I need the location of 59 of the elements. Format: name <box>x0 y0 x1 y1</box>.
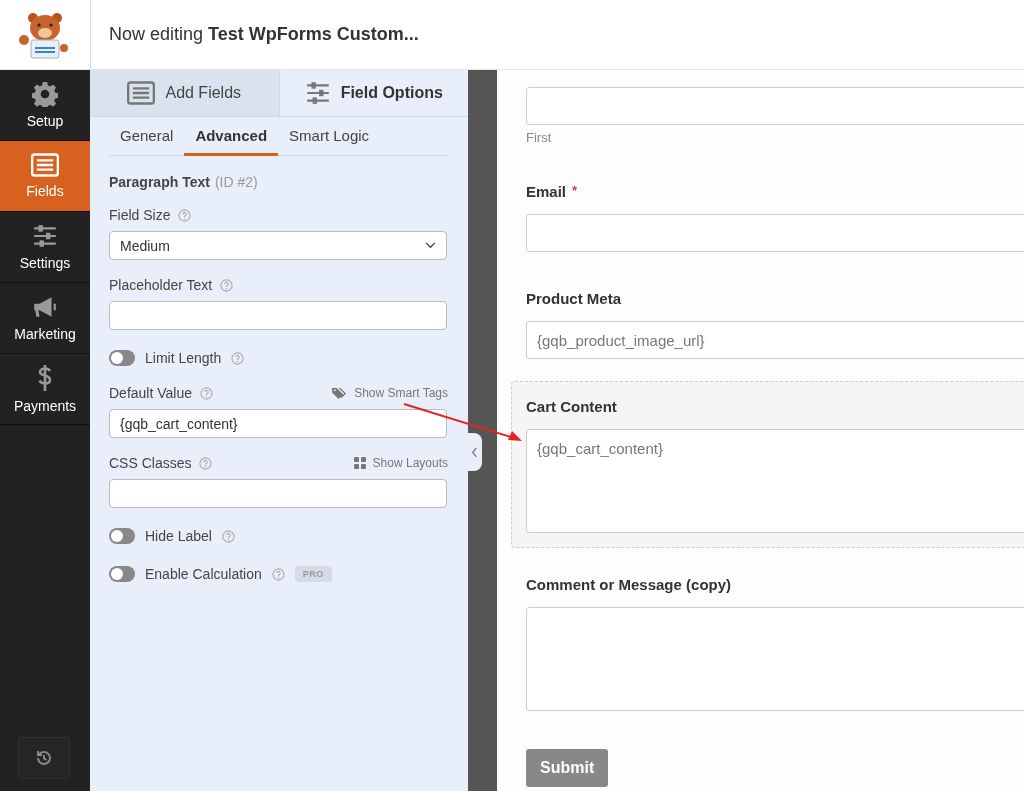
help-icon[interactable] <box>220 278 234 292</box>
help-icon[interactable] <box>231 351 245 365</box>
option-label: Default Value <box>109 385 192 401</box>
option-label: Hide Label <box>145 528 212 544</box>
toggle-switch[interactable] <box>109 528 135 544</box>
option-label: Limit Length <box>145 350 222 366</box>
field-type-heading: Paragraph Text <box>109 174 210 190</box>
nav-item[interactable]: Fields <box>0 141 90 212</box>
input-field[interactable] <box>526 87 1024 125</box>
sub-tab[interactable]: General <box>109 117 185 156</box>
sliders-icon <box>32 223 58 249</box>
help-icon[interactable] <box>271 567 285 581</box>
option-label: Field Size <box>109 207 171 223</box>
sub-tab[interactable]: Advanced <box>184 117 279 156</box>
help-icon[interactable] <box>200 386 213 400</box>
sub-tab[interactable]: Smart Logic <box>278 117 381 156</box>
chevron-down-icon <box>425 242 436 249</box>
input-field[interactable]: {gqb_product_image_url} <box>526 321 1024 359</box>
field-label: Product Meta <box>526 290 621 307</box>
history-icon <box>34 748 54 768</box>
field-id: (ID #2) <box>214 174 258 190</box>
text-field[interactable]: {gqb_cart_content} <box>109 409 447 438</box>
field-label: Comment or Message (copy) <box>526 576 732 593</box>
help-icon[interactable] <box>199 456 213 470</box>
textarea-field[interactable] <box>526 607 1024 711</box>
option-link[interactable]: Show Layouts <box>353 456 448 470</box>
megaphone-icon <box>32 294 58 320</box>
option-label: Enable Calculation <box>145 566 262 582</box>
pro-badge: PRO <box>294 566 332 582</box>
option-label: Placeholder Text <box>109 277 213 293</box>
help-icon[interactable] <box>221 529 235 543</box>
field-label: Email <box>526 183 567 200</box>
select-field[interactable]: Medium <box>109 231 447 260</box>
toggle-switch[interactable] <box>109 566 135 582</box>
collapse-button[interactable] <box>466 433 482 471</box>
field-sublabel: First <box>526 130 553 145</box>
help-icon[interactable] <box>178 208 192 222</box>
list-icon <box>127 81 156 105</box>
revisions-button[interactable] <box>18 737 70 779</box>
tag-icon <box>332 386 348 400</box>
text-field[interactable] <box>109 479 447 508</box>
chevron-left-icon <box>470 446 478 458</box>
input-field[interactable] <box>526 214 1024 252</box>
required-asterisk: * <box>572 183 578 200</box>
text-field[interactable] <box>109 301 447 330</box>
field-label: Cart Content <box>526 398 617 415</box>
gear-icon <box>32 81 58 107</box>
list-icon <box>31 153 59 177</box>
dollar-icon <box>37 364 53 392</box>
panel-tab[interactable]: Add Fields <box>90 70 280 116</box>
selected-field-card[interactable]: Cart Content {gqb_cart_content} <box>511 381 1024 548</box>
textarea-field[interactable]: {gqb_cart_content} <box>526 429 1024 533</box>
sliders-icon <box>304 80 331 106</box>
grid-icon <box>353 457 366 469</box>
toggle-switch[interactable] <box>109 350 135 366</box>
editing-title: Now editing Test WpForms Custom... <box>108 24 419 45</box>
option-link[interactable]: Show Smart Tags <box>332 386 448 400</box>
submit-button[interactable]: Submit <box>526 749 609 787</box>
option-label: CSS Classes <box>109 455 192 471</box>
